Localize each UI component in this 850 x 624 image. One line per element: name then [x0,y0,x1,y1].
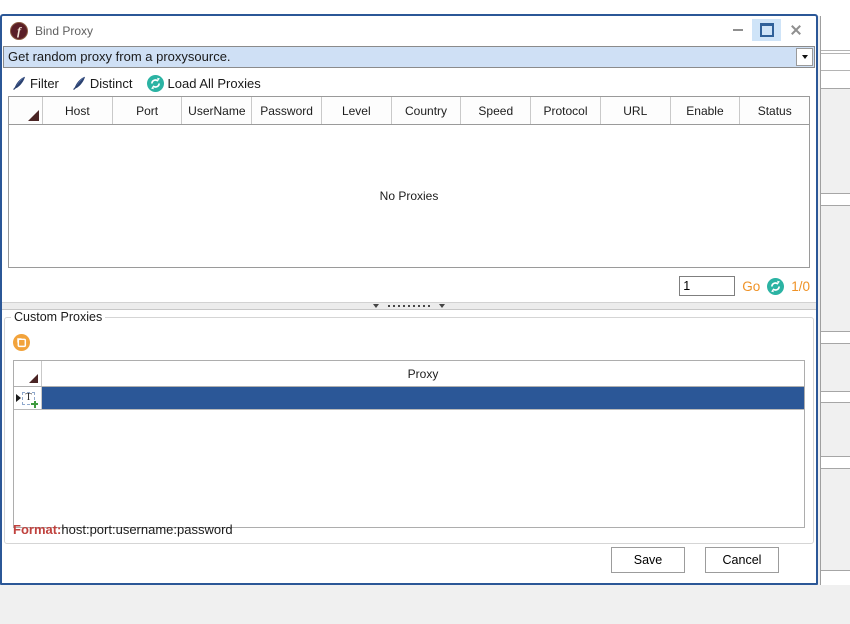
refresh-icon [147,75,164,92]
column-header-username[interactable]: UserName [182,97,252,124]
column-header-port[interactable]: Port [113,97,183,124]
column-header-protocol[interactable]: Protocol [531,97,601,124]
column-header-country[interactable]: Country [392,97,462,124]
current-row-marker-icon [16,394,21,402]
title-bar: f Bind Proxy [2,16,816,46]
close-icon [790,24,802,36]
column-header-level[interactable]: Level [322,97,392,124]
proxy-source-combobox[interactable]: Get random proxy from a proxysource. [3,46,815,68]
combobox-selected-value: Get random proxy from a proxysource. [4,47,795,67]
background-panel [821,343,850,392]
corner-triangle-icon [28,110,39,121]
table-corner-selector[interactable] [14,361,42,386]
window-controls [723,19,810,41]
feather-pen-icon [73,76,86,90]
minimize-button[interactable] [723,19,752,41]
maximize-icon [760,23,774,37]
custom-proxies-group-label: Custom Proxies [11,310,105,324]
go-button[interactable]: Go [742,279,760,294]
custom-proxies-table: Proxy T [13,360,805,528]
refresh-icon[interactable] [767,278,784,295]
add-plus-icon [31,401,38,408]
distinct-label: Distinct [90,76,133,91]
chevron-down-icon [802,55,808,59]
bind-proxy-dialog: f Bind Proxy Get random proxy from a pro… [0,14,818,585]
background-row-divider [821,70,850,71]
proxies-table-body: No Proxies [9,125,809,267]
custom-proxies-toolbar [13,332,30,352]
background-panel [821,205,850,332]
paste-icon[interactable] [13,334,30,351]
splitter-grip-dots [388,305,430,307]
custom-proxies-group: Custom Proxies Proxy T Format:host:port:… [4,310,814,544]
proxy-toolbar: Filter Distinct Load All Proxies [2,71,816,95]
maximize-button[interactable] [752,19,781,41]
column-header-speed[interactable]: Speed [461,97,531,124]
combobox-dropdown-button[interactable] [796,48,813,66]
background-panel [821,402,850,457]
app-icon: f [10,22,28,40]
format-hint: Format:host:port:username:password [13,522,233,537]
empty-table-message: No Proxies [380,189,439,203]
table-corner-selector[interactable] [9,97,43,124]
corner-triangle-icon [29,374,38,383]
splitter-arrow-icon [439,304,445,308]
filter-label: Filter [30,76,59,91]
background-window [820,16,850,585]
background-row-divider [821,53,850,54]
save-button[interactable]: Save [611,547,685,573]
column-header-enable[interactable]: Enable [671,97,741,124]
close-button[interactable] [781,19,810,41]
custom-proxies-table-header: Proxy [14,361,804,387]
column-header-status[interactable]: Status [740,97,809,124]
edit-text-icon: T [22,392,35,405]
load-all-proxies-label: Load All Proxies [168,76,261,91]
format-hint-label: Format: [13,522,61,537]
window-title: Bind Proxy [35,24,93,38]
splitter-arrow-icon [373,304,379,308]
format-hint-value: host:port:username:password [61,522,232,537]
distinct-button[interactable]: Distinct [73,76,133,91]
page-count-label: 1/0 [791,279,810,294]
feather-pen-icon [13,76,26,90]
splitter-handle[interactable] [2,302,816,310]
load-all-proxies-button[interactable]: Load All Proxies [147,75,261,92]
proxies-table: Host Port UserName Password Level Countr… [8,96,810,268]
cancel-button[interactable]: Cancel [705,547,779,573]
column-header-password[interactable]: Password [252,97,322,124]
custom-proxy-row[interactable]: T [14,387,804,410]
background-row-divider [821,50,850,51]
column-header-url[interactable]: URL [601,97,671,124]
background-panel [821,88,850,194]
proxies-table-header: Host Port UserName Password Level Countr… [9,97,809,125]
proxy-edit-cell[interactable] [42,387,804,409]
minimize-icon [733,29,743,31]
pagination-bar: Go 1/0 [679,274,810,298]
filter-button[interactable]: Filter [13,76,59,91]
column-header-proxy[interactable]: Proxy [42,361,804,386]
background-panel [821,468,850,571]
row-header-cell[interactable]: T [14,387,42,409]
custom-proxies-table-body [14,410,804,527]
page-number-input[interactable] [679,276,735,296]
column-header-host[interactable]: Host [43,97,113,124]
